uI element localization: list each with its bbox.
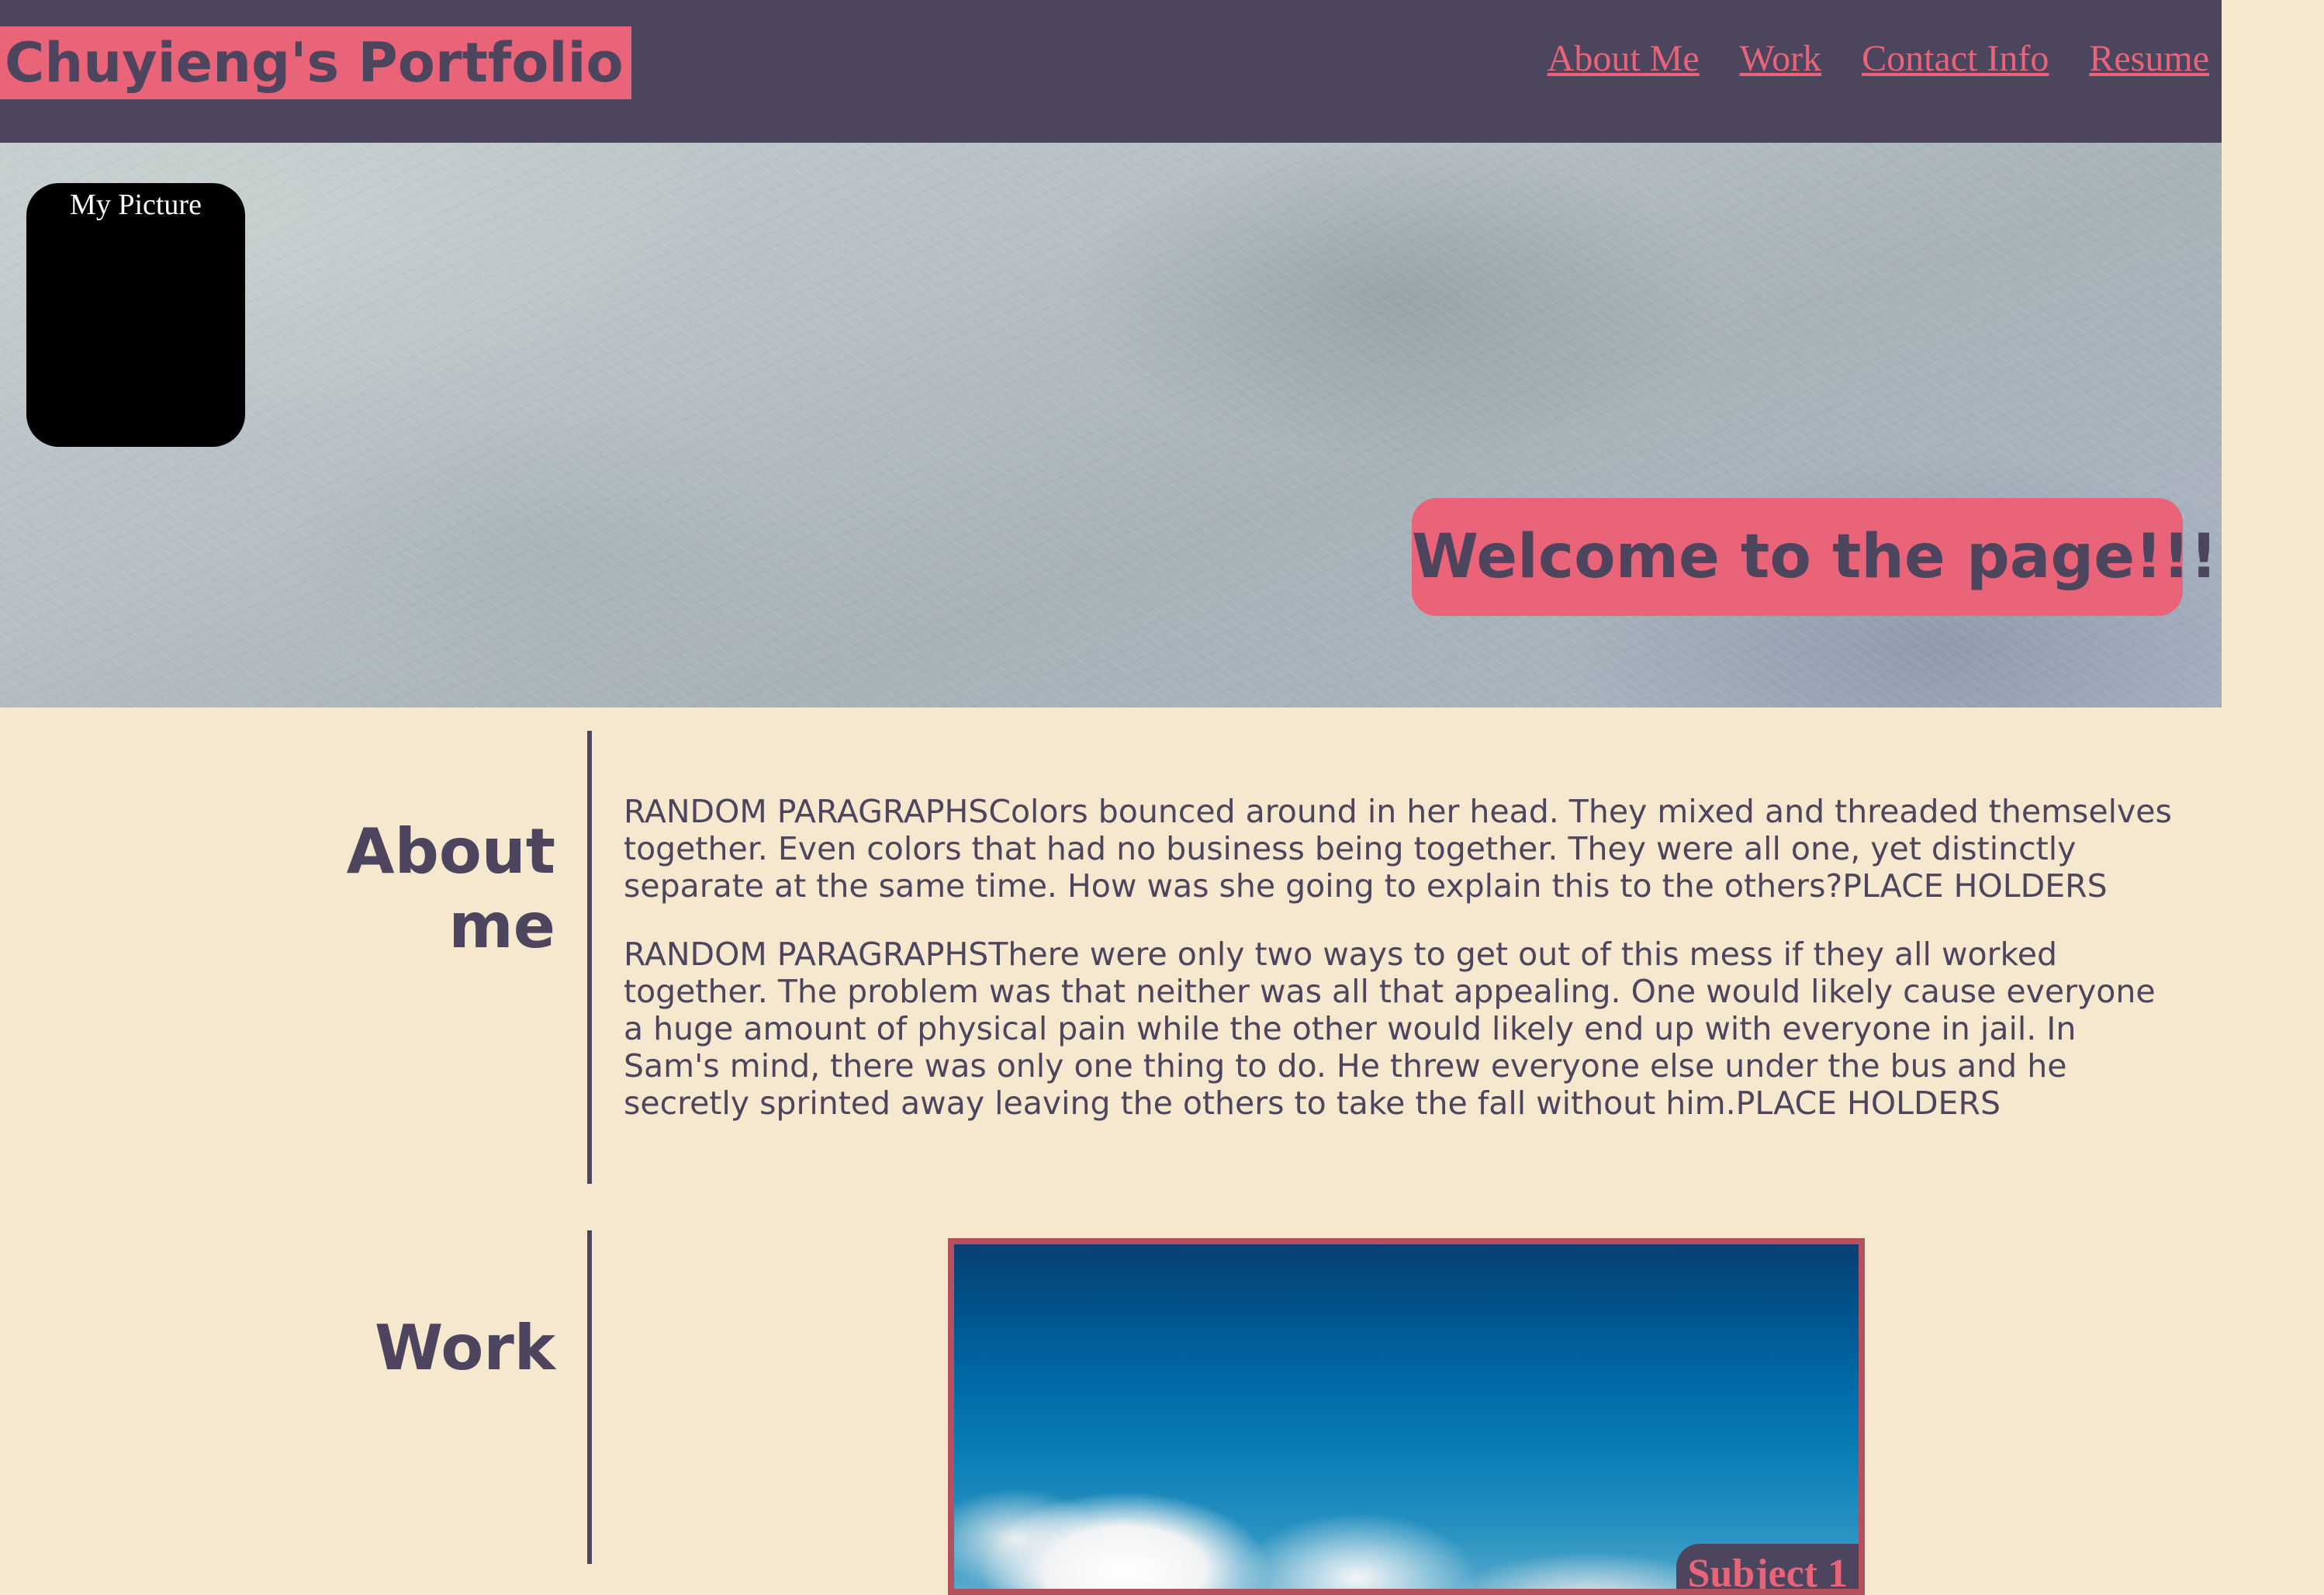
nav-link-work[interactable]: Work [1740,37,1821,80]
main-nav: About Me Work Contact Info Resume [1548,37,2209,80]
about-heading: About me [347,815,555,964]
site-header: Chuyieng's Portfolio About Me Work Conta… [0,0,2222,143]
site-title: Chuyieng's Portfolio [0,26,631,99]
work-card[interactable]: Subject 1 [948,1238,1865,1595]
nav-link-resume[interactable]: Resume [2089,37,2209,80]
hero-background-texture [0,143,2222,708]
work-divider [587,1230,592,1564]
profile-picture: My Picture [26,183,245,447]
about-content: RANDOM PARAGRAPHSColors bounced around i… [624,793,2175,1153]
welcome-banner: Welcome to the page!!!! [1412,498,2222,616]
about-divider [587,731,592,1184]
about-paragraph: RANDOM PARAGRAPHSColors bounced around i… [624,793,2172,905]
work-card-label: Subject 1 [1676,1544,1859,1589]
profile-picture-alt-text: My Picture [70,189,202,221]
hero-banner: My Picture Welcome to the page!!!! [0,143,2222,708]
nav-link-contact-info[interactable]: Contact Info [1862,37,2049,80]
about-heading-line2: me [448,890,555,962]
about-heading-line1: About [346,815,555,887]
nav-link-about-me[interactable]: About Me [1548,37,1700,80]
about-paragraph: RANDOM PARAGRAPHSThere were only two way… [624,936,2156,1122]
work-heading: Work [374,1312,555,1384]
